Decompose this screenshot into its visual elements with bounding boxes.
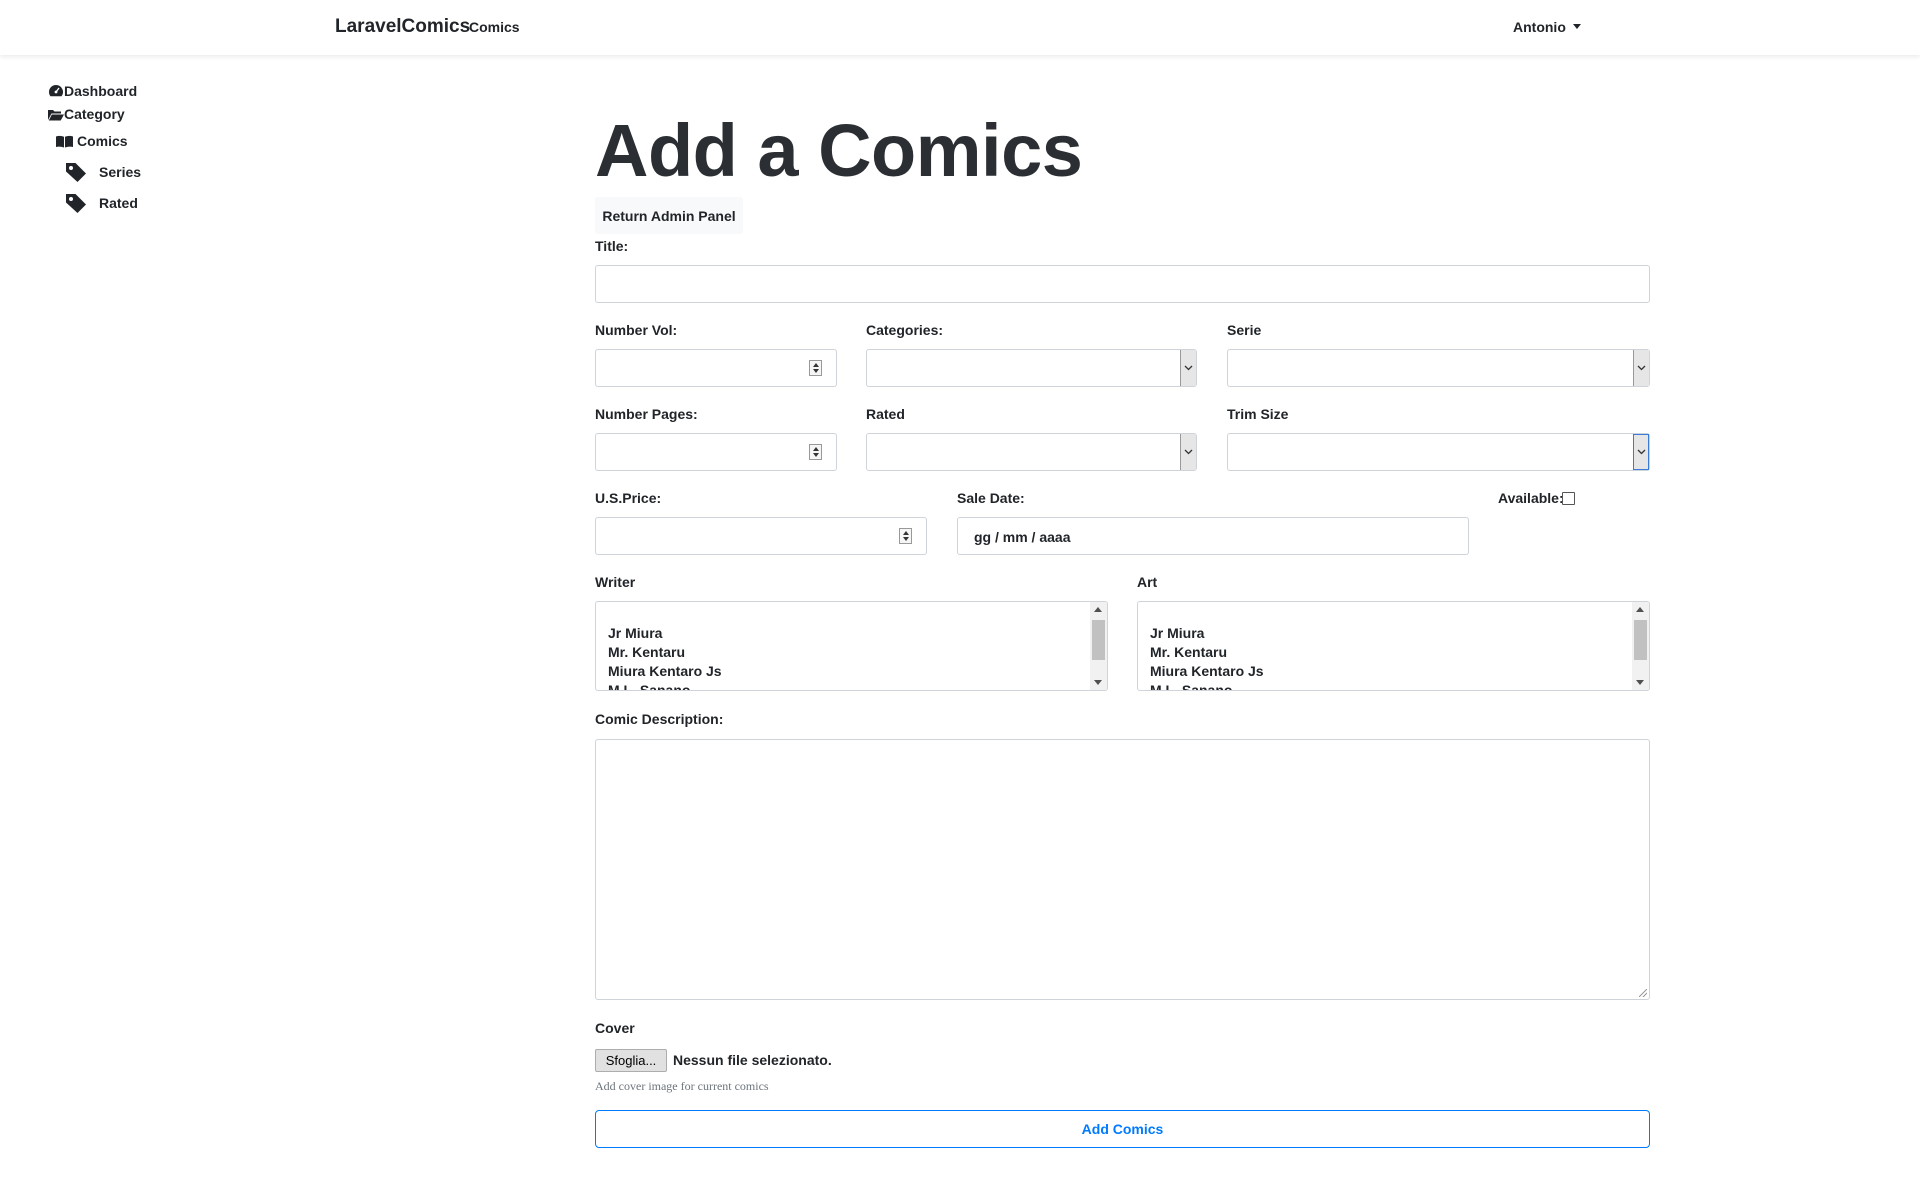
list-item[interactable]: Miura Kentaro Js (608, 662, 722, 681)
resize-handle-icon[interactable] (1639, 989, 1647, 997)
number-vol-label: Number Vol: (595, 322, 678, 338)
sidebar-item-label: Rated (99, 195, 138, 211)
description-textarea[interactable] (595, 739, 1650, 1000)
list-item[interactable]: Jr Miura (1150, 624, 1264, 643)
sidebar-item-comics[interactable]: Comics (56, 133, 128, 149)
chevron-down-icon[interactable] (1180, 350, 1196, 386)
trim-size-select[interactable] (1227, 433, 1650, 471)
list-item[interactable]: Mr. Kentaru (608, 643, 722, 662)
tachometer-icon (49, 85, 63, 97)
sidebar-item-dashboard[interactable]: Dashboard (48, 83, 137, 99)
description-label: Comic Description: (595, 711, 724, 727)
sidebar-item-label: Series (99, 164, 142, 180)
chevron-down-icon[interactable] (1633, 350, 1649, 386)
chevron-down-icon[interactable] (1180, 434, 1196, 470)
cover-label: Cover (595, 1020, 635, 1036)
price-input[interactable] (595, 517, 927, 555)
sidebar-item-label: Comics (77, 133, 128, 149)
navbar-brand[interactable]: LaravelComics (335, 16, 470, 38)
file-status: Nessun file selezionato. (673, 1052, 832, 1068)
sale-date-placeholder: gg / mm / aaaa (974, 529, 1071, 545)
price-label: U.S.Price: (595, 490, 662, 506)
title-input[interactable] (595, 265, 1650, 303)
spinner-icon[interactable] (809, 360, 822, 376)
caret-down-icon (1572, 24, 1581, 29)
writer-multiselect[interactable]: Jr Miura Mr. Kentaru Miura Kentaro Js M.… (595, 601, 1108, 691)
user-name: Antonio (1513, 19, 1566, 35)
scrollbar-thumb[interactable] (1092, 620, 1105, 660)
sidebar-item-label: Category (64, 106, 125, 122)
art-label: Art (1137, 574, 1158, 590)
spinner-icon[interactable] (809, 444, 822, 460)
sidebar-item-label: Dashboard (64, 83, 138, 99)
return-admin-panel-button[interactable]: Return Admin Panel (595, 197, 743, 234)
list-item[interactable]: M.L. Sanano (1150, 681, 1264, 690)
chevron-down-icon[interactable] (1633, 434, 1649, 470)
title-label: Title: (595, 238, 629, 254)
add-comics-button[interactable]: Add Comics (595, 1110, 1650, 1148)
rated-label: Rated (866, 406, 905, 422)
scroll-up-icon[interactable] (1094, 607, 1102, 612)
serie-select[interactable] (1227, 349, 1650, 387)
scrollbar-thumb[interactable] (1634, 620, 1647, 660)
categories-select[interactable] (866, 349, 1197, 387)
tag-icon (66, 194, 86, 213)
page-title: Add a Comics (595, 109, 1083, 192)
number-pages-input[interactable] (595, 433, 837, 471)
nav-link-comics[interactable]: Comics (469, 19, 520, 35)
sidebar-item-rated[interactable]: Rated (65, 193, 138, 213)
trim-size-label: Trim Size (1227, 406, 1289, 422)
sidebar-item-category[interactable]: Category (48, 106, 125, 122)
serie-label: Serie (1227, 322, 1262, 338)
book-open-icon (56, 135, 73, 147)
rated-select[interactable] (866, 433, 1197, 471)
number-pages-label: Number Pages: (595, 406, 698, 422)
writer-label: Writer (595, 574, 636, 590)
available-checkbox[interactable] (1562, 492, 1575, 505)
available-label: Available: (1498, 490, 1564, 506)
scrollbar[interactable] (1632, 602, 1649, 690)
sidebar-item-series[interactable]: Series (65, 162, 141, 182)
top-navbar: LaravelComics Comics Antonio (0, 0, 1920, 55)
scroll-up-icon[interactable] (1636, 607, 1644, 612)
list-item[interactable]: Miura Kentaro Js (1150, 662, 1264, 681)
list-item[interactable]: M.L. Sanano (608, 681, 722, 690)
scrollbar[interactable] (1090, 602, 1107, 690)
list-item[interactable]: Jr Miura (608, 624, 722, 643)
sale-date-input[interactable]: gg / mm / aaaa (957, 517, 1469, 555)
sale-date-label: Sale Date: (957, 490, 1025, 506)
browse-file-button[interactable]: Sfoglia... (595, 1049, 667, 1072)
categories-label: Categories: (866, 322, 944, 338)
tag-icon (66, 163, 86, 182)
cover-help-text: Add cover image for current comics (595, 1079, 769, 1093)
spinner-icon[interactable] (899, 528, 912, 544)
number-vol-input[interactable] (595, 349, 837, 387)
scroll-down-icon[interactable] (1636, 680, 1644, 685)
folder-open-icon (48, 109, 64, 120)
scroll-down-icon[interactable] (1094, 680, 1102, 685)
art-multiselect[interactable]: Jr Miura Mr. Kentaru Miura Kentaro Js M.… (1137, 601, 1650, 691)
list-item[interactable]: Mr. Kentaru (1150, 643, 1264, 662)
user-dropdown[interactable]: Antonio (1513, 19, 1581, 35)
